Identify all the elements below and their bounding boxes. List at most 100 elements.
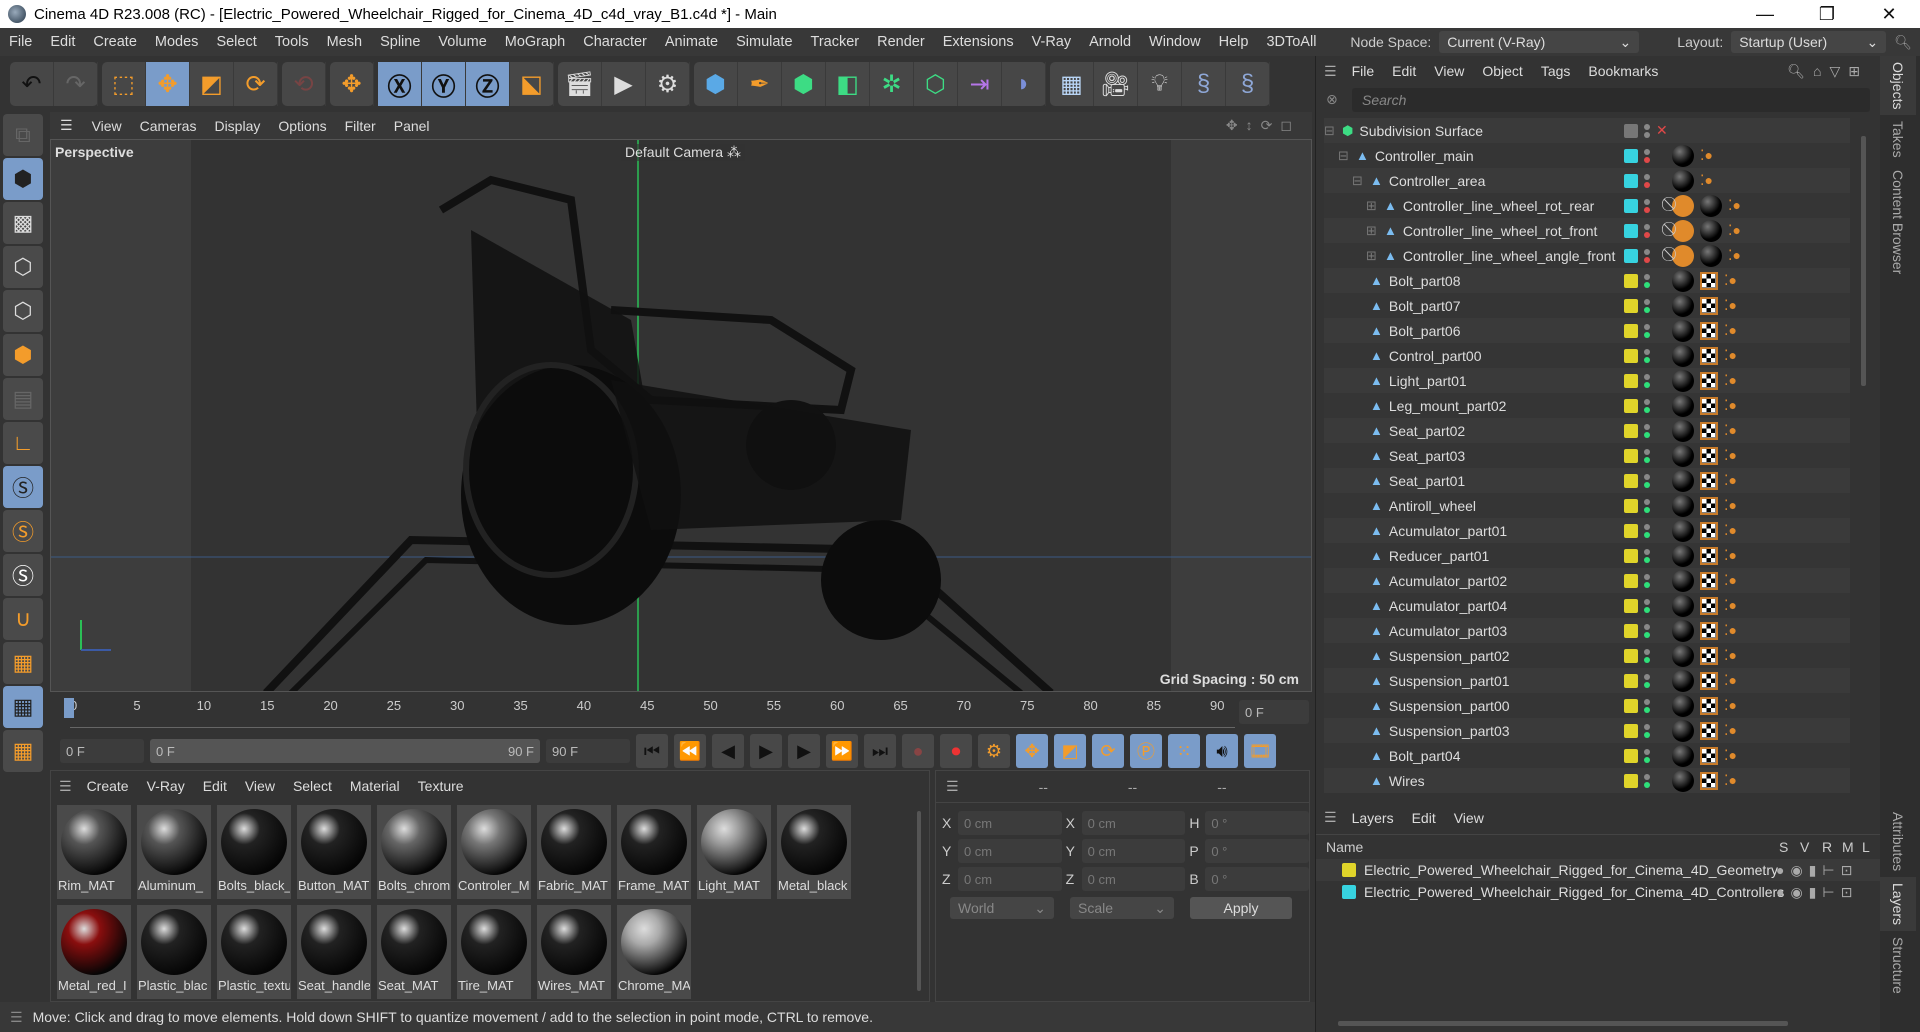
- material-tag-icon[interactable]: [1672, 444, 1694, 467]
- phong-tag-icon[interactable]: ⁚●: [1724, 422, 1737, 439]
- menu-extensions[interactable]: Extensions: [934, 34, 1023, 50]
- uvw-tag-icon[interactable]: [1700, 421, 1718, 440]
- layer-color-swatch[interactable]: [1342, 863, 1356, 877]
- maximize-button[interactable]: ❐: [1796, 4, 1858, 25]
- z-axis-icon[interactable]: Ⓩ: [466, 62, 510, 106]
- frame-range-slider[interactable]: 0 F 90 F: [150, 739, 540, 763]
- collapse-icon[interactable]: ⊟: [1338, 148, 1356, 164]
- object-row[interactable]: ▲ Acumulator_part04 ⁚●: [1324, 593, 1850, 618]
- uvw-tag-icon[interactable]: [1700, 446, 1718, 465]
- visibility-dots[interactable]: [1644, 573, 1650, 588]
- rotate-icon[interactable]: ⟳: [234, 62, 278, 106]
- material-swatch[interactable]: Button_MAT: [297, 805, 371, 899]
- visibility-dots[interactable]: [1644, 548, 1650, 563]
- viewport-menu-cameras[interactable]: Cameras: [131, 118, 206, 134]
- coord-value-field[interactable]: 0 °: [1205, 839, 1310, 863]
- phong-tag-icon[interactable]: ⁚●: [1700, 172, 1713, 189]
- material-swatch[interactable]: Aluminum_: [137, 805, 211, 899]
- material-tag-icon[interactable]: [1672, 669, 1694, 692]
- obj-menu-view[interactable]: View: [1425, 63, 1473, 79]
- record-keys-icon[interactable]: ●: [902, 734, 934, 768]
- sound-icon[interactable]: 🔊︎: [1206, 734, 1238, 768]
- material-swatch[interactable]: Bolts_black_: [217, 805, 291, 899]
- uvw-tag-icon[interactable]: [1700, 646, 1718, 665]
- cube-icon[interactable]: ⬢: [694, 62, 738, 106]
- snap-icon[interactable]: ∪: [3, 598, 43, 640]
- object-row[interactable]: ▲ Seat_part03 ⁚●: [1324, 443, 1850, 468]
- clear-search-icon[interactable]: ⊗: [1326, 91, 1338, 108]
- undo-icon[interactable]: ↶: [10, 62, 54, 106]
- visibility-dots[interactable]: [1644, 373, 1650, 388]
- visibility-dots[interactable]: [1644, 423, 1650, 438]
- phong-tag-icon[interactable]: ⁚●: [1724, 772, 1737, 789]
- expand-icon[interactable]: ⊞: [1366, 198, 1384, 214]
- mat-menu-texture[interactable]: Texture: [409, 778, 473, 794]
- material-tag-icon[interactable]: [1672, 144, 1694, 167]
- uvw-tag-icon[interactable]: [1700, 621, 1718, 640]
- layer-toggle-icons[interactable]: ●◉▮⊢⊡: [1776, 862, 1858, 879]
- material-swatch[interactable]: Controler_M: [457, 805, 531, 899]
- obj-menu-tags[interactable]: Tags: [1532, 63, 1580, 79]
- viewport-menu-filter[interactable]: Filter: [336, 118, 385, 134]
- phong-tag-icon[interactable]: ⁚●: [1724, 697, 1737, 714]
- layer-color-swatch[interactable]: [1624, 448, 1638, 463]
- tab-layers[interactable]: Layers: [1880, 877, 1916, 932]
- subdivision-icon[interactable]: ⬢: [782, 62, 826, 106]
- layer-row[interactable]: Electric_Powered_Wheelchair_Rigged_for_C…: [1316, 859, 1880, 881]
- extrude-icon[interactable]: ◧: [826, 62, 870, 106]
- uvw-tag-icon[interactable]: [1700, 296, 1718, 315]
- material-tag-icon[interactable]: [1672, 594, 1694, 617]
- layer-toggle-icons[interactable]: ●◉▮⊢⊡: [1776, 884, 1858, 901]
- viewport-nav-icons[interactable]: ✥↕⟳◻: [1226, 117, 1312, 134]
- camera-icon[interactable]: 🎥︎: [1094, 62, 1138, 106]
- object-row[interactable]: ▲ Acumulator_part01 ⁚●: [1324, 518, 1850, 543]
- viewport-menu-panel[interactable]: Panel: [385, 118, 439, 134]
- render-settings-icon[interactable]: ⚙: [646, 62, 690, 106]
- hamburger-icon[interactable]: ☰: [50, 117, 83, 134]
- viewport-3d[interactable]: Perspective Default Camera ⁂ Grid Spacin…: [50, 139, 1312, 692]
- render-view-icon[interactable]: 🎬︎: [558, 62, 602, 106]
- key-position-icon[interactable]: ✥: [1016, 734, 1048, 768]
- menu-select[interactable]: Select: [207, 34, 265, 50]
- layer-color-swatch[interactable]: [1624, 698, 1638, 713]
- phong-tag-icon[interactable]: ⁚●: [1724, 372, 1737, 389]
- material-tag-icon[interactable]: [1672, 519, 1694, 542]
- layer-color-swatch[interactable]: [1624, 123, 1638, 138]
- locked-workplane-icon[interactable]: ▦: [3, 686, 43, 728]
- visibility-dots[interactable]: [1644, 323, 1650, 338]
- layer-color-swatch[interactable]: [1624, 748, 1638, 763]
- layer-color-swatch[interactable]: [1624, 248, 1638, 263]
- uvw-tag-icon[interactable]: [1700, 321, 1718, 340]
- menu-3dtoall[interactable]: 3DToAll: [1257, 34, 1325, 50]
- current-frame-field[interactable]: 0 F: [1239, 700, 1309, 724]
- coord-value-field[interactable]: 0 cm: [1081, 811, 1186, 835]
- menu-mesh[interactable]: Mesh: [318, 34, 371, 50]
- visibility-dots[interactable]: [1644, 773, 1650, 788]
- keyframe-selection-icon[interactable]: ⚙: [978, 734, 1010, 768]
- prev-frame-icon[interactable]: ◀: [712, 734, 744, 768]
- phong-tag-icon[interactable]: ⁚●: [1724, 597, 1737, 614]
- coord-system-icon[interactable]: ⬕: [510, 62, 554, 106]
- layer-color-swatch[interactable]: [1624, 423, 1638, 438]
- menu-vray[interactable]: V-Ray: [1023, 34, 1081, 50]
- layer-scrollbar[interactable]: [1338, 1021, 1788, 1026]
- viewport-menu-options[interactable]: Options: [269, 118, 335, 134]
- object-row[interactable]: ▲ Seat_part01 ⁚●: [1324, 468, 1850, 493]
- phong-tag-icon[interactable]: ⁚●: [1724, 572, 1737, 589]
- material-tag-icon[interactable]: [1672, 344, 1694, 367]
- mat-menu-create[interactable]: Create: [78, 778, 138, 794]
- light-icon[interactable]: 💡︎: [1138, 62, 1182, 106]
- planar-workplane-icon[interactable]: ▦: [3, 730, 43, 772]
- coord-value-field[interactable]: 0 cm: [957, 811, 1062, 835]
- mat-menu-select[interactable]: Select: [284, 778, 341, 794]
- axis-icon[interactable]: ∟: [3, 422, 43, 464]
- layer-color-swatch[interactable]: [1624, 198, 1638, 213]
- uv-mode-icon[interactable]: ▤: [3, 378, 43, 420]
- collapse-icon[interactable]: ⊟: [1324, 123, 1342, 139]
- menu-simulate[interactable]: Simulate: [727, 34, 801, 50]
- phong-tag-icon[interactable]: ⁚●: [1728, 197, 1741, 214]
- object-row[interactable]: ▲ Suspension_part01 ⁚●: [1324, 668, 1850, 693]
- viewport-menu-display[interactable]: Display: [205, 118, 269, 134]
- object-row[interactable]: ▲ Wires ⁚●: [1324, 768, 1850, 793]
- visibility-dots[interactable]: [1644, 698, 1650, 713]
